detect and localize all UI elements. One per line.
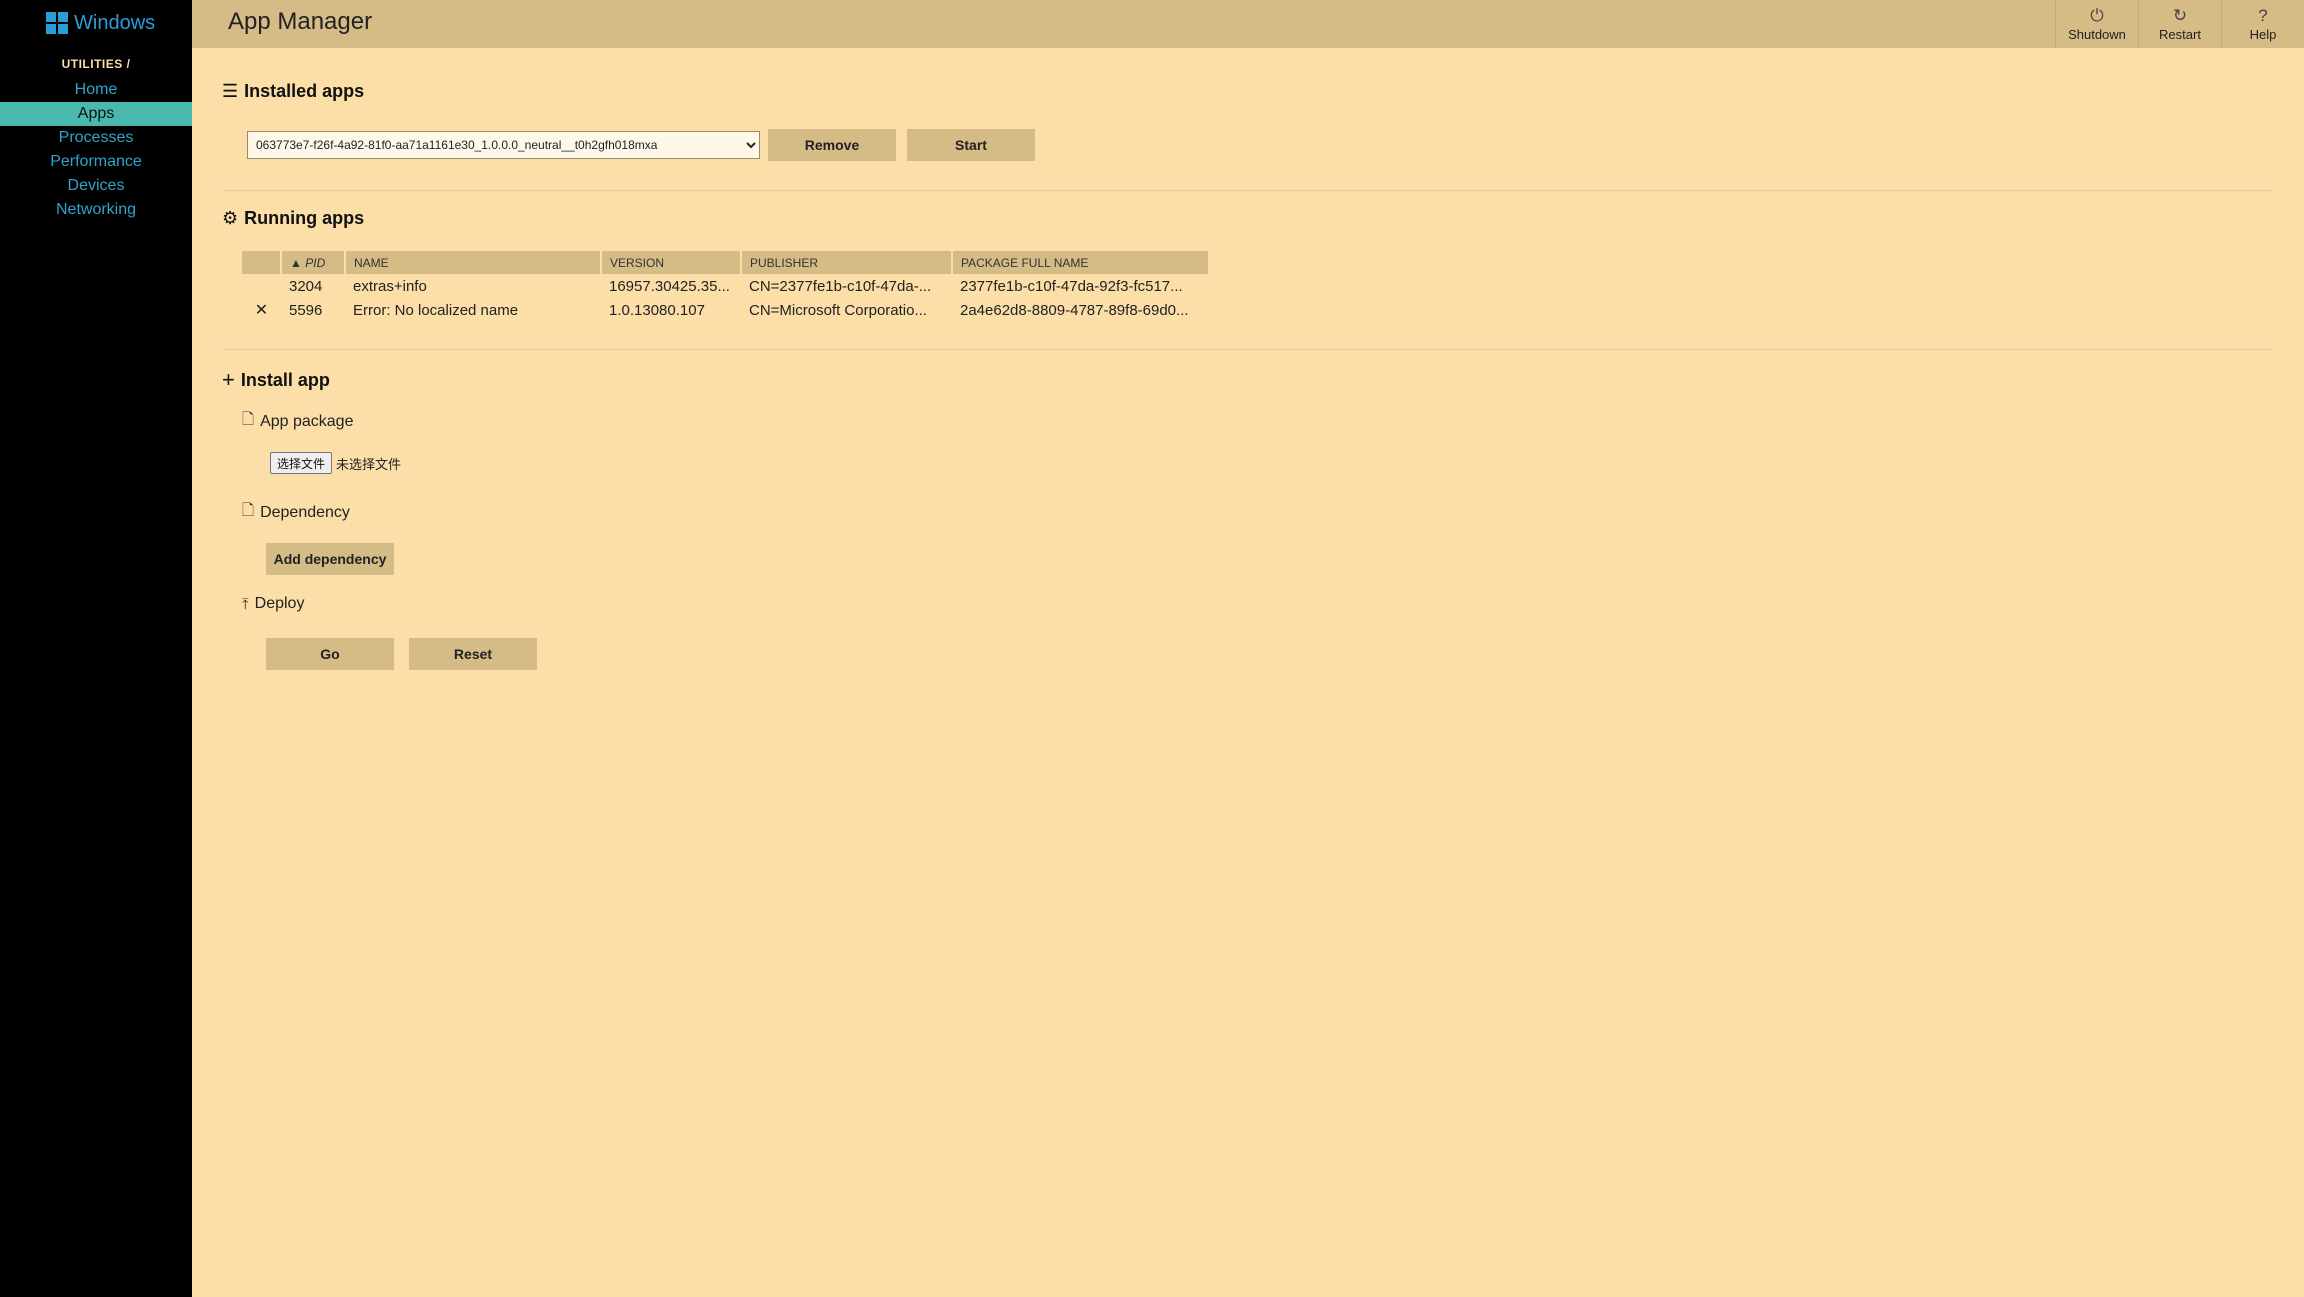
deploy-label-row: ⤒ Deploy [242, 595, 304, 613]
choose-file-button[interactable]: 选择文件 [270, 452, 333, 474]
header-actions: ⏻ Shutdown ↻ Restart ? Help [2055, 0, 2304, 48]
cell-publisher: CN=2377fe1b-c10f-47da-... [749, 277, 932, 295]
running-apps-table: ▲ PID NAME VERSION PUBLISHER PACKAGE FUL… [242, 251, 1210, 322]
reset-button[interactable]: Reset [409, 638, 537, 670]
app-package-file-input: 选择文件 未选择文件 [270, 452, 401, 474]
cell-publisher: CN=Microsoft Corporatio... [749, 301, 927, 319]
start-button[interactable]: Start [907, 129, 1035, 161]
gears-icon: ⚙ [222, 208, 239, 228]
sort-asc-icon: ▲ [290, 255, 302, 270]
remove-button[interactable]: Remove [768, 129, 896, 161]
table-header-row: ▲ PID NAME VERSION PUBLISHER PACKAGE FUL… [242, 251, 1210, 274]
power-icon: ⏻ [2090, 5, 2104, 25]
installed-apps-title: Installed apps [244, 81, 365, 101]
upload-icon: ⤒ [242, 595, 249, 613]
sidebar-item-apps[interactable]: Apps [0, 102, 192, 126]
help-icon: ? [2258, 5, 2268, 25]
column-header-pid[interactable]: ▲ PID [281, 251, 346, 274]
cell-pid: 5596 [289, 301, 323, 319]
cell-name: Error: No localized name [353, 301, 519, 319]
no-file-status: 未选择文件 [336, 456, 402, 472]
table-row[interactable]: ✕ 5596 Error: No localized name 1.0.1308… [242, 298, 1209, 322]
cell-package: 2377fe1b-c10f-47da-92f3-fc517... [960, 277, 1183, 295]
cell-package: 2a4e62d8-8809-4787-89f8-69d0... [960, 301, 1189, 319]
dependency-label-row: 🗋 Dependency [242, 500, 350, 525]
add-dependency-button[interactable]: Add dependency [266, 543, 394, 575]
install-app-title: Install app [240, 369, 330, 390]
restart-button[interactable]: ↻ Restart [2138, 0, 2221, 48]
divider [222, 349, 2272, 350]
sidebar: Windows UTILITIES / Home Apps Processes … [0, 0, 192, 1297]
sidebar-nav: Home Apps Processes Performance Devices … [0, 78, 192, 222]
logo-text: Windows [74, 11, 156, 34]
install-app-heading: + Install app [222, 367, 330, 393]
installed-apps-heading: ☰ Installed apps [222, 81, 364, 102]
sidebar-item-networking[interactable]: Networking [0, 198, 192, 222]
cell-pid: 3204 [289, 277, 323, 295]
running-apps-title: Running apps [244, 208, 365, 228]
sidebar-item-processes[interactable]: Processes [0, 126, 192, 150]
main-content: ☰ Installed apps 063773e7-f26f-4a92-81f0… [192, 48, 2304, 1297]
cell-version: 1.0.13080.107 [609, 301, 705, 319]
app-package-label: App package [260, 412, 354, 430]
column-header-package[interactable]: PACKAGE FULL NAME [952, 251, 1210, 274]
shutdown-label: Shutdown [2068, 26, 2126, 42]
header-bar: App Manager ⏻ Shutdown ↻ Restart ? Help [192, 0, 2304, 48]
file-icon: 🗋 [242, 411, 255, 428]
sidebar-item-performance[interactable]: Performance [0, 150, 192, 174]
column-header-actions [242, 251, 282, 274]
page-title: App Manager [228, 8, 373, 35]
help-label: Help [2249, 26, 2277, 42]
column-header-version[interactable]: VERSION [601, 251, 742, 274]
cell-name: extras+info [353, 277, 427, 295]
divider [222, 190, 2272, 191]
list-icon: ☰ [222, 81, 239, 101]
row-action [242, 274, 281, 298]
windows-logo[interactable]: Windows [46, 10, 155, 36]
column-label: PID [305, 255, 326, 270]
sidebar-item-devices[interactable]: Devices [0, 174, 192, 198]
running-apps-heading: ⚙ Running apps [222, 208, 364, 229]
installed-app-select[interactable]: 063773e7-f26f-4a92-81f0-aa71a1161e30_1.0… [247, 131, 760, 159]
plus-icon: + [222, 367, 235, 392]
close-icon[interactable]: ✕ [242, 298, 281, 322]
table-row[interactable]: 3204 extras+info 16957.30425.35... CN=23… [242, 274, 1209, 298]
cell-version: 16957.30425.35... [609, 277, 730, 295]
help-button[interactable]: ? Help [2221, 0, 2304, 48]
file-icon: 🗋 [242, 502, 255, 519]
deploy-label: Deploy [254, 595, 305, 612]
column-header-publisher[interactable]: PUBLISHER [741, 251, 953, 274]
shutdown-button[interactable]: ⏻ Shutdown [2055, 0, 2138, 48]
restart-icon: ↻ [2172, 5, 2188, 25]
section-label: UTILITIES / [61, 57, 131, 71]
windows-icon [46, 12, 68, 34]
sidebar-item-home[interactable]: Home [0, 78, 192, 102]
dependency-label: Dependency [260, 503, 350, 521]
column-header-name[interactable]: NAME [345, 251, 602, 274]
app-package-label-row: 🗋 App package [242, 409, 353, 434]
restart-label: Restart [2159, 26, 2201, 42]
go-button[interactable]: Go [266, 638, 394, 670]
